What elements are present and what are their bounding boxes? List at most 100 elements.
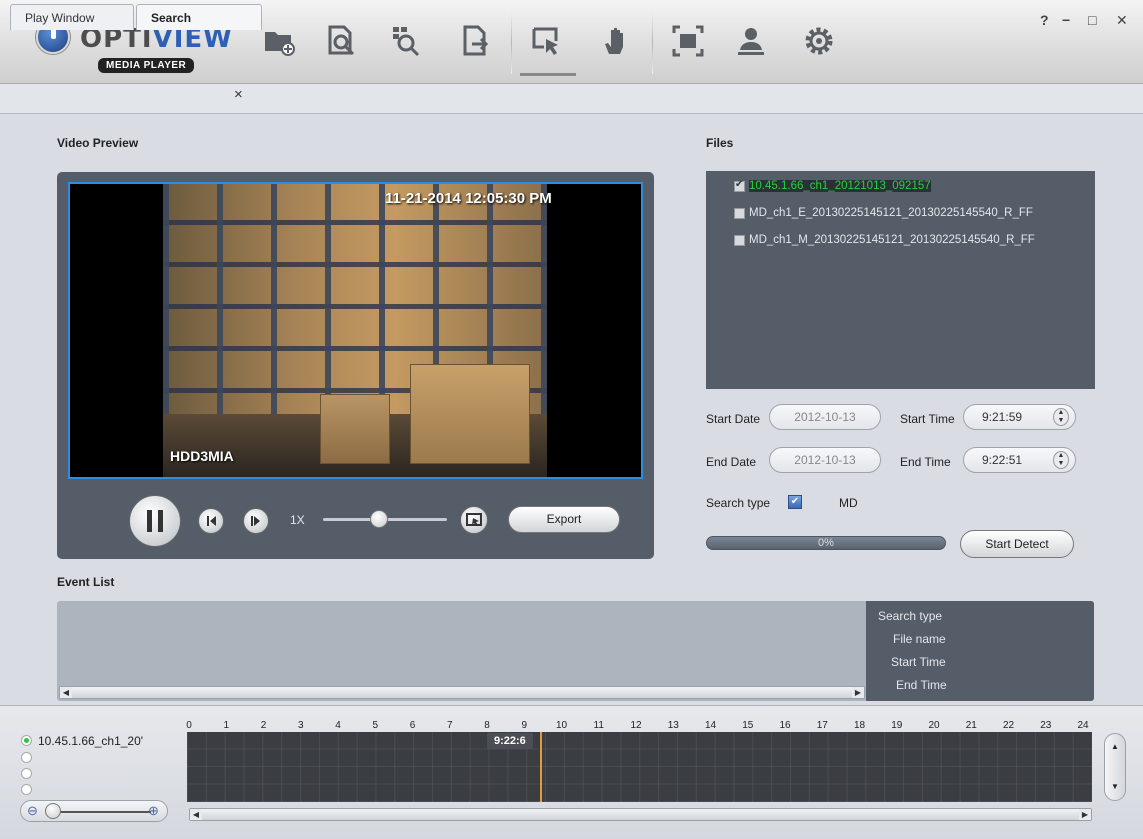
tab-search[interactable]: Search [136, 4, 262, 30]
file-item[interactable]: MD_ch1_M_20130225145121_20130225145540_R… [734, 231, 1035, 249]
event-list-scrollbar[interactable]: ◀ ▶ [59, 686, 865, 699]
hour-tick-label: 0 [186, 720, 192, 731]
hour-tick-label: 13 [667, 720, 679, 731]
zoom-out-icon[interactable]: ⊖ [27, 803, 38, 819]
timeline-grid[interactable] [187, 732, 1092, 802]
scroll-down-icon[interactable]: ▼ [1111, 782, 1119, 791]
end-date-field[interactable]: 2012-10-13 [769, 447, 881, 473]
start-time-field[interactable]: 9:21:59 ▲ ▼ [963, 404, 1076, 430]
tab-play-window[interactable]: Play Window [10, 4, 134, 30]
start-detect-button[interactable]: Start Detect [960, 530, 1074, 558]
close-window-button[interactable]: ✕ [1116, 12, 1128, 29]
hour-tick-label: 24 [1077, 720, 1089, 731]
search-type-label: Search type [706, 496, 771, 510]
event-list-label: Event List [57, 575, 115, 589]
hour-tick-label: 18 [853, 720, 866, 731]
osd-camera-name: HDD3MIA [170, 448, 234, 464]
toolbar-separator [652, 12, 653, 74]
hour-tick-label: 10 [555, 720, 568, 731]
end-time-value: 9:22:51 [982, 453, 1023, 467]
hour-tick-label: 8 [484, 720, 490, 731]
tab-bar [0, 84, 1143, 114]
export-file-icon[interactable] [456, 22, 494, 60]
scroll-left-icon[interactable]: ◀ [190, 809, 202, 820]
cursor-time-label: 9:22:6 [487, 733, 533, 749]
pause-button[interactable] [129, 495, 181, 547]
hour-tick-label: 14 [704, 720, 717, 731]
hour-tick-label: 11 [593, 720, 604, 731]
file-name: MD_ch1_M_20130225145121_20130225145540_R… [749, 234, 1035, 246]
fullscreen-icon[interactable] [669, 22, 707, 60]
column-header: Start Time [891, 655, 946, 669]
search-file-icon[interactable] [322, 22, 360, 60]
zoom-thumb[interactable] [45, 803, 61, 819]
time-cursor[interactable] [540, 732, 542, 802]
hour-tick-label: 3 [297, 720, 304, 731]
hand-icon[interactable] [597, 22, 635, 60]
timeline-scrollbar[interactable]: ◀ ▶ [189, 808, 1092, 821]
channel-radio[interactable] [21, 768, 32, 779]
file-item[interactable]: MD_ch1_E_20130225145121_20130225145540_R… [734, 204, 1033, 222]
start-time-label: Start Time [900, 412, 955, 426]
start-time-value: 9:21:59 [982, 410, 1023, 424]
end-time-field[interactable]: 9:22:51 ▲ ▼ [963, 447, 1076, 473]
channel-radio[interactable] [21, 752, 32, 763]
logo-subtitle: MEDIA PLAYER [98, 58, 195, 73]
playback-speed: 1X [290, 513, 305, 527]
maximize-button[interactable]: □ [1088, 12, 1096, 28]
scroll-up-icon[interactable]: ▲ [1111, 742, 1119, 751]
files-list: 10.45.1.66_ch1_20121013_092157 MD_ch1_E_… [706, 171, 1095, 389]
open-folder-icon[interactable] [260, 22, 298, 60]
close-tab-icon[interactable]: × [234, 86, 243, 103]
step-back-button[interactable] [198, 508, 224, 534]
start-date-field[interactable]: 2012-10-13 [769, 404, 881, 430]
channel-scrollbar[interactable]: ▲ ▼ [1104, 733, 1126, 801]
hour-tick-label: 4 [335, 720, 341, 731]
user-icon[interactable] [732, 22, 770, 60]
channel-radio[interactable] [21, 735, 32, 746]
end-time-spinner[interactable]: ▲ ▼ [1053, 451, 1069, 469]
hour-tick-label: 23 [1040, 720, 1052, 731]
step-back-icon [207, 516, 216, 526]
snapshot-button[interactable] [460, 506, 488, 534]
md-checkbox[interactable]: ✔ [788, 495, 802, 509]
scroll-right-icon[interactable]: ▶ [852, 687, 864, 698]
file-name: MD_ch1_E_20130225145121_20130225145540_R… [749, 207, 1033, 219]
step-forward-button[interactable] [243, 508, 269, 534]
start-time-spinner[interactable]: ▲ ▼ [1053, 408, 1069, 426]
export-button[interactable]: Export [508, 506, 620, 533]
hour-tick-label: 22 [1002, 720, 1015, 731]
hour-tick-label: 9 [521, 720, 528, 731]
hour-tick-label: 7 [446, 720, 453, 731]
column-header: End Time [896, 678, 947, 692]
file-item[interactable]: 10.45.1.66_ch1_20121013_092157 [734, 177, 931, 195]
file-checkbox[interactable] [734, 179, 745, 192]
search-type-value: MD [839, 496, 858, 510]
hour-tick-label: 21 [965, 720, 977, 731]
zoom-track [51, 811, 151, 813]
pointer-select-icon[interactable] [527, 22, 565, 60]
help-button[interactable]: ? [1040, 12, 1049, 28]
channel-radio[interactable] [21, 784, 32, 795]
zoom-in-icon[interactable]: ⊕ [148, 803, 159, 819]
zoom-slider[interactable]: ⊖ ⊕ [20, 800, 168, 822]
scroll-left-icon[interactable]: ◀ [60, 687, 72, 698]
minimize-button[interactable]: − [1062, 12, 1070, 28]
toolbar-separator [511, 12, 512, 74]
file-checkbox[interactable] [734, 207, 745, 219]
step-forward-icon [251, 516, 260, 526]
end-time-label: End Time [900, 455, 951, 469]
settings-icon[interactable] [800, 22, 838, 60]
hour-tick-label: 20 [928, 720, 940, 731]
channel-label: 10.45.1.66_ch1_20' [38, 734, 144, 748]
speed-slider-thumb[interactable] [369, 510, 388, 528]
video-display[interactable]: 11-21-2014 12:05:30 PM HDD3MIA [68, 182, 643, 479]
smart-search-icon[interactable] [386, 22, 424, 60]
video-preview-label: Video Preview [57, 136, 139, 150]
scroll-right-icon[interactable]: ▶ [1079, 809, 1091, 820]
pause-icon [147, 510, 163, 532]
files-label: Files [706, 136, 734, 150]
snapshot-icon [466, 513, 482, 526]
hour-tick-label: 19 [891, 720, 903, 731]
file-checkbox[interactable] [734, 234, 745, 246]
